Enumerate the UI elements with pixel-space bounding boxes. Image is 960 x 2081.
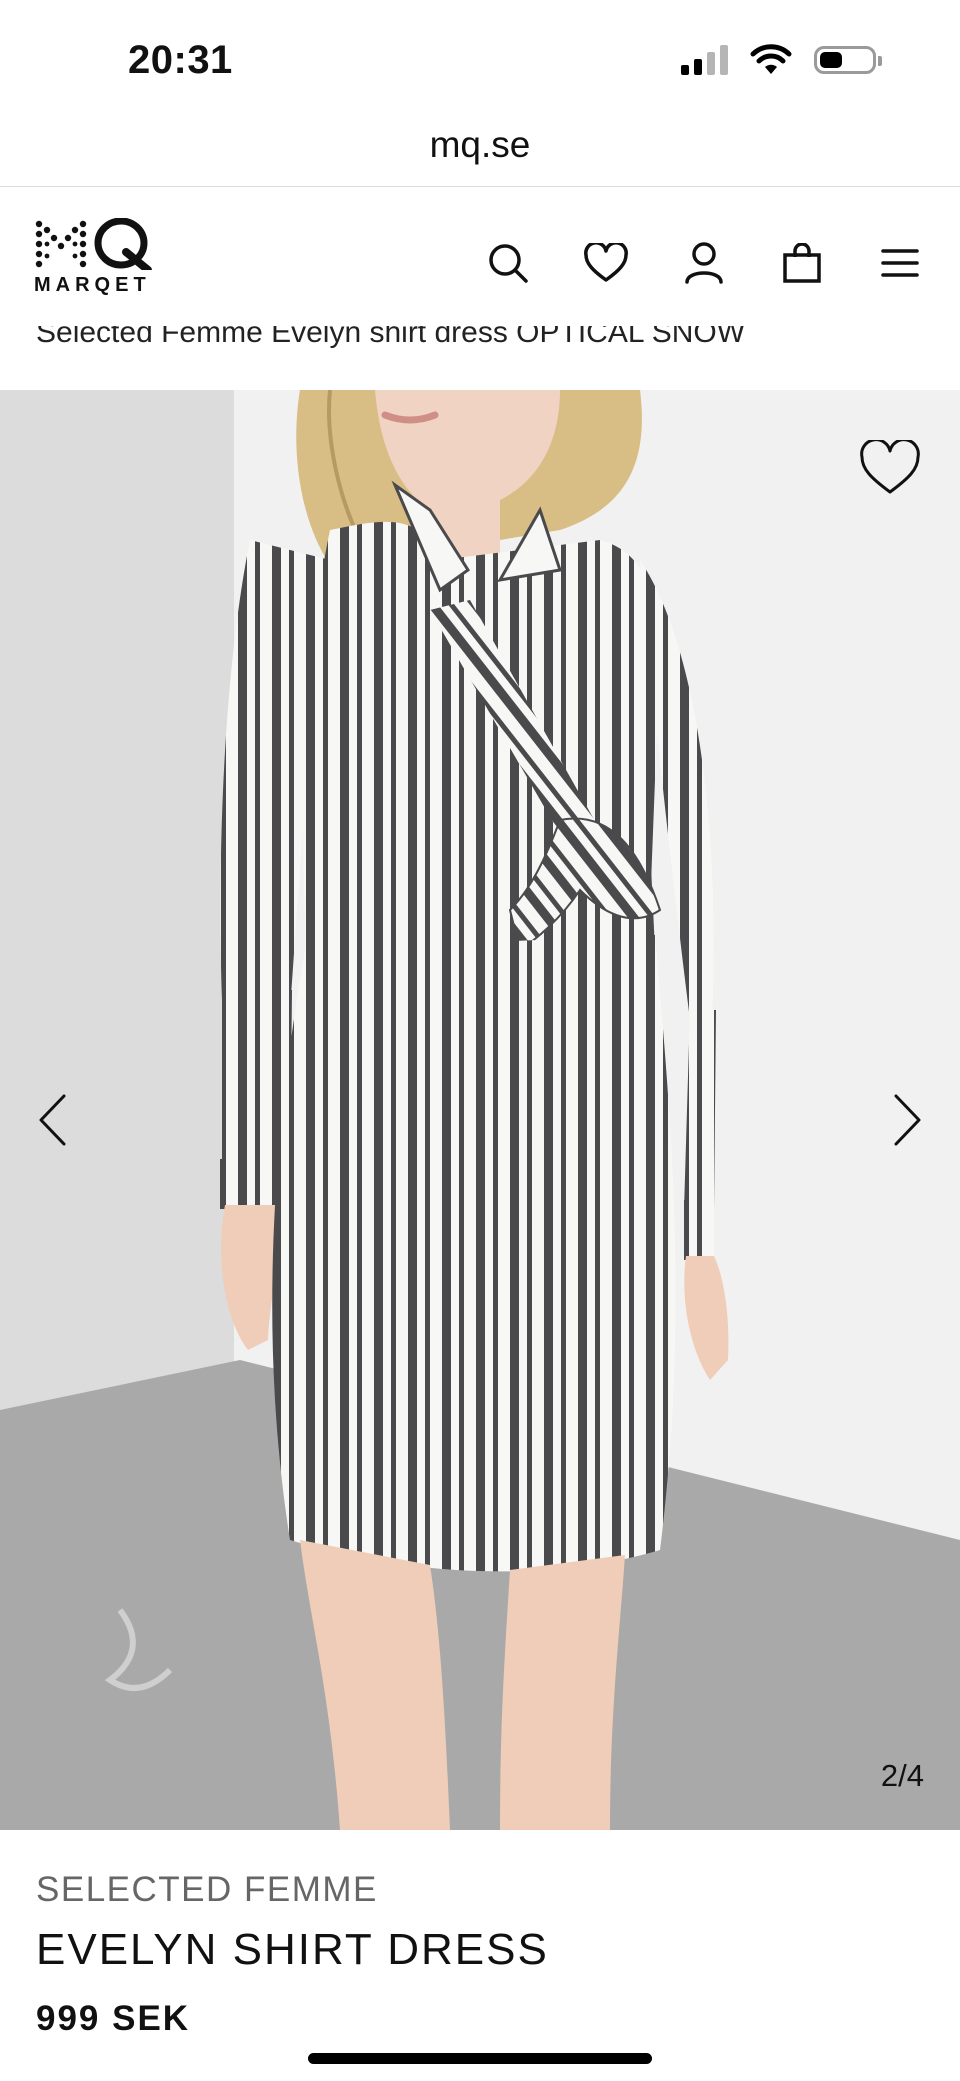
breadcrumb: Selected Femme Evelyn shirt dress OPTICA…: [0, 316, 960, 388]
next-image-button[interactable]: [878, 1080, 938, 1160]
product-price: 999 SEK: [36, 1999, 191, 2038]
wishlist-header-button[interactable]: [570, 238, 642, 288]
account-icon: [685, 242, 723, 284]
search-icon: [489, 244, 528, 283]
account-button[interactable]: [668, 238, 740, 288]
status-bar: 20:31: [0, 0, 960, 115]
product-brand[interactable]: SELECTED FEMME: [36, 1866, 926, 1914]
wifi-icon: [750, 44, 792, 74]
address-bar[interactable]: mq.se: [0, 115, 960, 187]
cellular-signal-icon: [681, 45, 728, 75]
heart-outline-icon: [860, 440, 920, 494]
logo-mark: [35, 218, 152, 270]
product-name: EVELYN SHIRT DRESS: [36, 1925, 549, 1974]
previous-image-button[interactable]: [22, 1080, 82, 1160]
logo-text: MARQET: [34, 274, 151, 296]
product-info: SELECTED FEMME EVELYN SHIRT DRESS 999 SE…: [36, 1866, 926, 2044]
site-logo[interactable]: MARQET: [34, 218, 154, 298]
heart-icon: [584, 243, 628, 282]
menu-icon: [881, 249, 919, 277]
status-icons: [681, 44, 882, 76]
status-time: 20:31: [128, 38, 233, 82]
slide-counter: 2/4: [880, 1758, 924, 1793]
chevron-right-icon: [894, 1094, 921, 1146]
cart-button[interactable]: [766, 238, 838, 288]
home-indicator[interactable]: [308, 2053, 652, 2064]
chevron-left-icon: [39, 1094, 66, 1146]
search-button[interactable]: [472, 238, 544, 288]
shopping-bag-icon: [783, 243, 821, 283]
url-text[interactable]: mq.se: [430, 124, 531, 165]
site-header: MARQET: [0, 188, 960, 326]
header-actions: [472, 238, 936, 288]
battery-icon: [814, 46, 882, 74]
product-photo[interactable]: [0, 390, 960, 1830]
menu-button[interactable]: [864, 238, 936, 288]
add-to-wishlist-button[interactable]: [854, 432, 926, 504]
product-image-carousel[interactable]: 2/4: [0, 390, 960, 1830]
